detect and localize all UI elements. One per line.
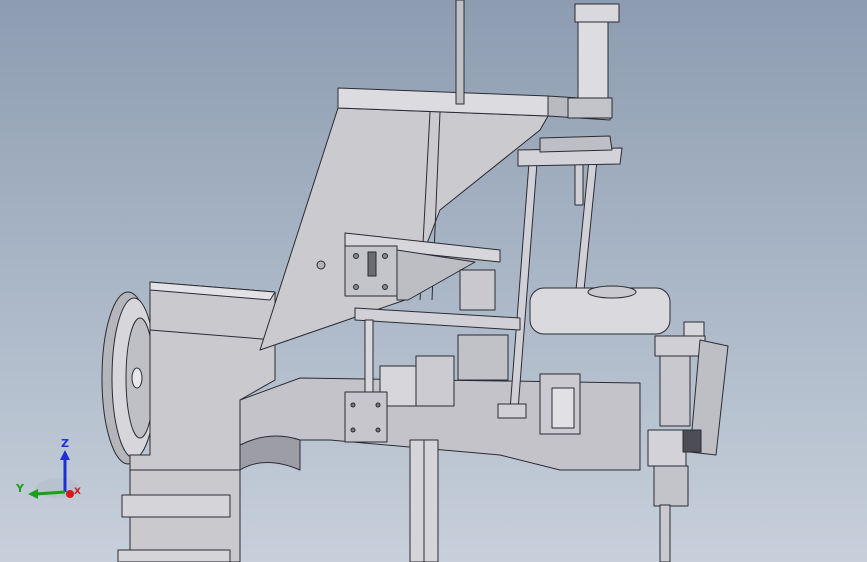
axis-label-x: X [74,487,81,497]
right-actuator[interactable] [647,321,729,562]
guide-rod-right[interactable] [509,149,599,411]
view-orientation-triad-icon: Z Y X [15,437,81,499]
cad-3d-viewport[interactable]: Z Y X [0,0,867,562]
guide-rod-left[interactable] [455,0,465,105]
pulley-wheel[interactable] [101,291,157,465]
axis-label-y: Y [15,482,25,495]
axis-label-z: Z [61,437,69,450]
machine-assembly-model[interactable] [0,0,867,562]
